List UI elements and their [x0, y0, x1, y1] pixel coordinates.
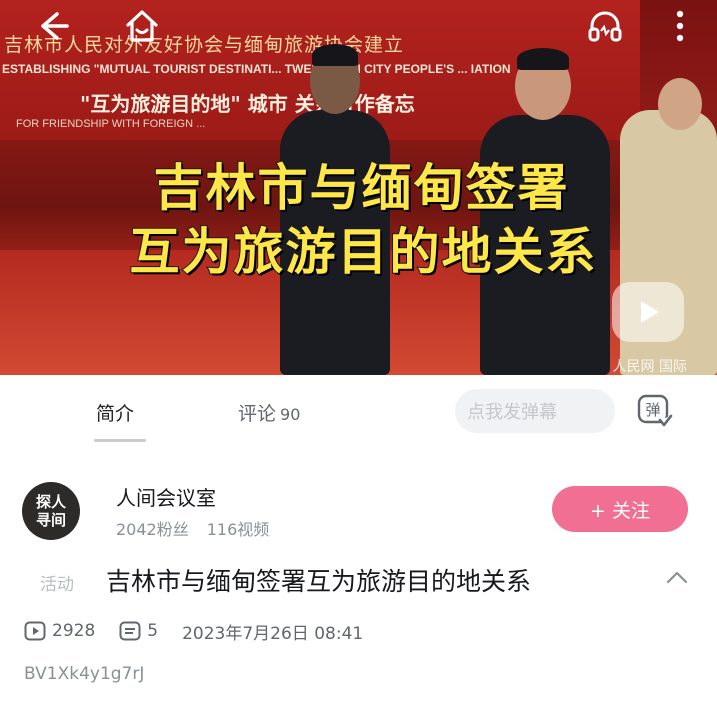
avatar-text-line-2: 寻间 [35, 511, 66, 529]
danmaku-input[interactable]: 点我发弹幕 [455, 389, 615, 433]
tab-intro[interactable]: 简介 [94, 399, 146, 442]
video-player[interactable]: 吉林市人民对外友好协会与缅甸旅游协会建立 ESTABLISHING "MUTUA… [0, 0, 717, 375]
uploader-name[interactable]: 人间会议室 [116, 482, 216, 511]
danmaku-count-icon [119, 621, 141, 641]
video-title: 吉林市与缅甸签署互为旅游目的地关系 [106, 567, 532, 596]
publish-date-value: 2023年7月26日 08:41 [182, 623, 364, 644]
play-count-icon [24, 621, 46, 641]
avatar-text-line-1: 探人 [35, 493, 66, 511]
tab-active-indicator [94, 439, 146, 442]
activity-tag[interactable]: 活动 [40, 570, 74, 595]
person-right-head [658, 78, 702, 130]
play-icon [641, 301, 659, 323]
danmaku-toggle-icon[interactable]: 弹 [636, 392, 674, 430]
back-arrow-icon[interactable] [32, 6, 72, 46]
tab-comments-label: 评论 [238, 403, 277, 425]
video-headline-line-2: 互为旅游目的地关系 [129, 222, 598, 282]
headphones-icon[interactable] [585, 6, 625, 46]
avatar[interactable]: 探人 寻间 [22, 482, 80, 540]
uploader-stats: 2042粉丝 116视频 [116, 516, 269, 540]
video-meta: 2928 5 2023年7月26日 08:41 [24, 618, 387, 644]
bvid: BV1Xk4y1g7rJ [24, 664, 145, 684]
video-headline-line-1: 吉林市与缅甸签署 [153, 158, 570, 218]
chevron-up-icon[interactable] [664, 565, 690, 591]
follow-button[interactable]: + 关注 [552, 486, 688, 532]
danmaku-count-value: 5 [147, 621, 159, 641]
video-watermark: 人民网 国际 [612, 359, 687, 375]
person-center-hair [517, 48, 569, 70]
banner-line-2: ESTABLISHING "MUTUAL TOURIST DESTINATI..… [2, 62, 511, 76]
play-count: 2928 [24, 621, 95, 641]
tab-comments-count: 90 [280, 405, 301, 424]
banner-line-4: FOR FRIENDSHIP WITH FOREIGN ... [16, 118, 206, 130]
uploader-followers: 2042粉丝 [116, 520, 189, 539]
tab-comments[interactable]: 评论 90 [238, 399, 300, 426]
publish-date: 2023年7月26日 08:41 [182, 619, 363, 644]
person-left-hair [312, 44, 358, 66]
play-count-value: 2928 [52, 621, 96, 641]
more-vertical-icon[interactable] [660, 6, 700, 46]
tab-bar: 简介 评论 90 点我发弹幕 弹 [0, 375, 717, 445]
danmaku-toggle-label: 弹 [645, 401, 660, 419]
play-button[interactable] [612, 282, 684, 342]
danmaku-count: 5 [119, 621, 158, 641]
uploader-video-count: 116视频 [206, 520, 270, 539]
tab-intro-label: 简介 [96, 403, 135, 425]
home-icon[interactable] [122, 6, 162, 46]
